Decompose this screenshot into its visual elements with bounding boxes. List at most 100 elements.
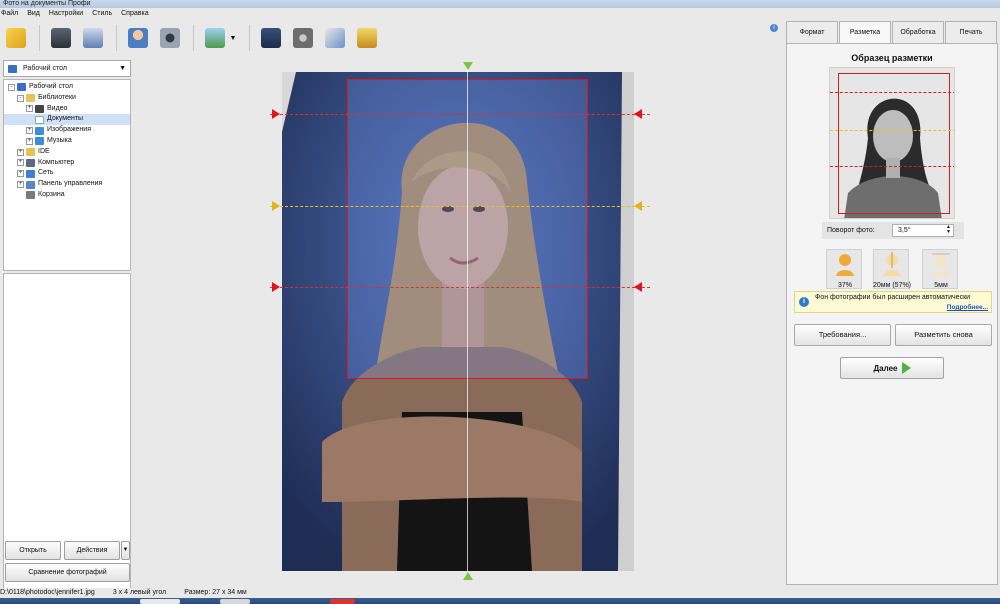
- help-book-icon: [261, 28, 281, 48]
- center-handle-bottom[interactable]: [463, 572, 473, 580]
- tree-item[interactable]: - Библиотеки: [4, 93, 130, 104]
- expand-icon[interactable]: +: [17, 159, 24, 167]
- file-browser-panel: Рабочий стол ▼ - Рабочий стол - Библиотеки +…: [3, 60, 131, 596]
- tag-button[interactable]: [322, 25, 348, 51]
- markup-title: Образец разметки: [851, 53, 933, 63]
- top-guide-line[interactable]: [270, 114, 650, 115]
- eye-guide-handle-right[interactable]: [634, 201, 642, 211]
- tab-print[interactable]: Печать: [945, 21, 997, 43]
- next-button[interactable]: Далее: [840, 357, 944, 379]
- taskbar-item[interactable]: [330, 599, 355, 604]
- chin-guide-handle-right[interactable]: [634, 282, 642, 292]
- menu-settings[interactable]: Настройки: [49, 8, 83, 20]
- folder-icon: [35, 137, 44, 146]
- tab-processing[interactable]: Обработка: [892, 21, 944, 43]
- info-icon: i: [799, 297, 809, 307]
- top-margin-indicator: 5мм: [922, 249, 958, 289]
- sample-crop-frame: [838, 73, 950, 214]
- expand-icon[interactable]: +: [17, 170, 24, 178]
- menu-help[interactable]: Справка: [121, 8, 148, 20]
- image-edit-button[interactable]: [202, 25, 228, 51]
- top-guide-handle-right[interactable]: [634, 109, 642, 119]
- open-button[interactable]: [3, 25, 29, 51]
- tree-item[interactable]: + IDE: [4, 147, 130, 158]
- toolbar-divider: [249, 25, 250, 51]
- head-height-value: 20мм (57%): [872, 282, 912, 289]
- chevron-down-icon[interactable]: ▼: [229, 25, 237, 51]
- taskbar-item[interactable]: [220, 599, 250, 604]
- head-size-indicator: 37%: [826, 249, 862, 289]
- print-button[interactable]: [80, 25, 106, 51]
- film-button[interactable]: [290, 25, 316, 51]
- actions-button[interactable]: Действия: [64, 541, 120, 560]
- top-guide-handle-left[interactable]: [272, 109, 280, 119]
- compare-photos-button[interactable]: Сравнение фотографий: [5, 563, 130, 582]
- rotation-label: Поворот фото:: [827, 227, 875, 234]
- collapse-icon[interactable]: -: [8, 83, 15, 91]
- cart-button[interactable]: [354, 25, 380, 51]
- tree-item[interactable]: + Изображения: [4, 125, 130, 136]
- tree-item[interactable]: - Рабочий стол: [4, 82, 130, 93]
- folder-icon: [35, 115, 44, 124]
- tree-item-label: Сеть: [38, 169, 54, 177]
- toolbar-divider: [116, 25, 117, 51]
- sample-chin-line: [830, 166, 954, 167]
- chevron-down-icon[interactable]: ▼: [121, 541, 130, 560]
- folder-icon: [17, 83, 26, 92]
- tree-item-label: Музыка: [47, 136, 72, 144]
- camera-button[interactable]: [157, 25, 183, 51]
- help-book-button[interactable]: [258, 25, 284, 51]
- desktop-icon: [8, 64, 17, 73]
- save-icon: [51, 28, 71, 48]
- expand-icon[interactable]: +: [26, 127, 33, 135]
- tab-markup[interactable]: Разметка: [839, 21, 891, 44]
- folder-icon: [26, 191, 35, 200]
- open-file-button[interactable]: Открыть: [5, 541, 61, 560]
- taskbar-item[interactable]: [140, 599, 180, 604]
- tree-item-label: Документы: [47, 115, 84, 123]
- tree-item[interactable]: + Панель управления: [4, 179, 130, 190]
- tree-item-label: Изображения: [47, 126, 91, 134]
- info-icon[interactable]: i: [770, 24, 778, 32]
- menu-view[interactable]: Вид: [27, 8, 40, 20]
- center-guide-line: [467, 64, 468, 579]
- folder-combo[interactable]: Рабочий стол ▼: [3, 60, 131, 77]
- head-height-icon: [883, 252, 901, 276]
- tree-item[interactable]: + Сеть: [4, 168, 130, 179]
- more-link[interactable]: Подробнее...: [947, 304, 988, 311]
- user-photo-icon: [128, 28, 148, 48]
- center-handle-top[interactable]: [463, 62, 473, 70]
- requirements-button[interactable]: Требования...: [794, 324, 891, 346]
- head-size-icon: [836, 254, 854, 276]
- save-button[interactable]: [48, 25, 74, 51]
- camera-icon: [160, 28, 180, 48]
- expand-icon[interactable]: +: [17, 148, 24, 156]
- tree-item[interactable]: + Музыка: [4, 136, 130, 147]
- spin-stepper-icon[interactable]: ▲ ▼: [946, 225, 951, 235]
- next-button-label: Далее: [873, 363, 898, 373]
- remark-again-button[interactable]: Разметить снова: [895, 324, 992, 346]
- tree-item[interactable]: Документы: [4, 114, 130, 126]
- expand-icon[interactable]: +: [17, 181, 24, 189]
- expand-icon[interactable]: +: [26, 137, 33, 145]
- expand-icon[interactable]: +: [26, 105, 33, 113]
- tree-item-label: IDE: [38, 147, 50, 155]
- eye-guide-handle-left[interactable]: [272, 201, 280, 211]
- collapse-icon[interactable]: -: [17, 94, 24, 102]
- folder-icon: [26, 148, 35, 157]
- folder-icon: [26, 94, 35, 103]
- tree-item[interactable]: + Видео: [4, 104, 130, 115]
- user-photo-button[interactable]: [125, 25, 151, 51]
- menu-file[interactable]: Файл: [1, 8, 18, 20]
- eye-guide-line[interactable]: [270, 206, 650, 207]
- chin-guide-line[interactable]: [270, 287, 650, 288]
- rotation-input[interactable]: 3,5° ▲ ▼: [892, 224, 954, 237]
- tree-item[interactable]: Корзина: [4, 190, 130, 201]
- tree-item[interactable]: + Компьютер: [4, 158, 130, 169]
- chin-guide-handle-left[interactable]: [272, 282, 280, 292]
- tree-item-label: Видео: [47, 104, 68, 112]
- rotation-value: 3,5°: [898, 227, 911, 234]
- menu-style[interactable]: Стиль: [92, 8, 112, 20]
- tab-format[interactable]: Формат: [786, 21, 838, 43]
- photo-canvas[interactable]: [270, 60, 650, 585]
